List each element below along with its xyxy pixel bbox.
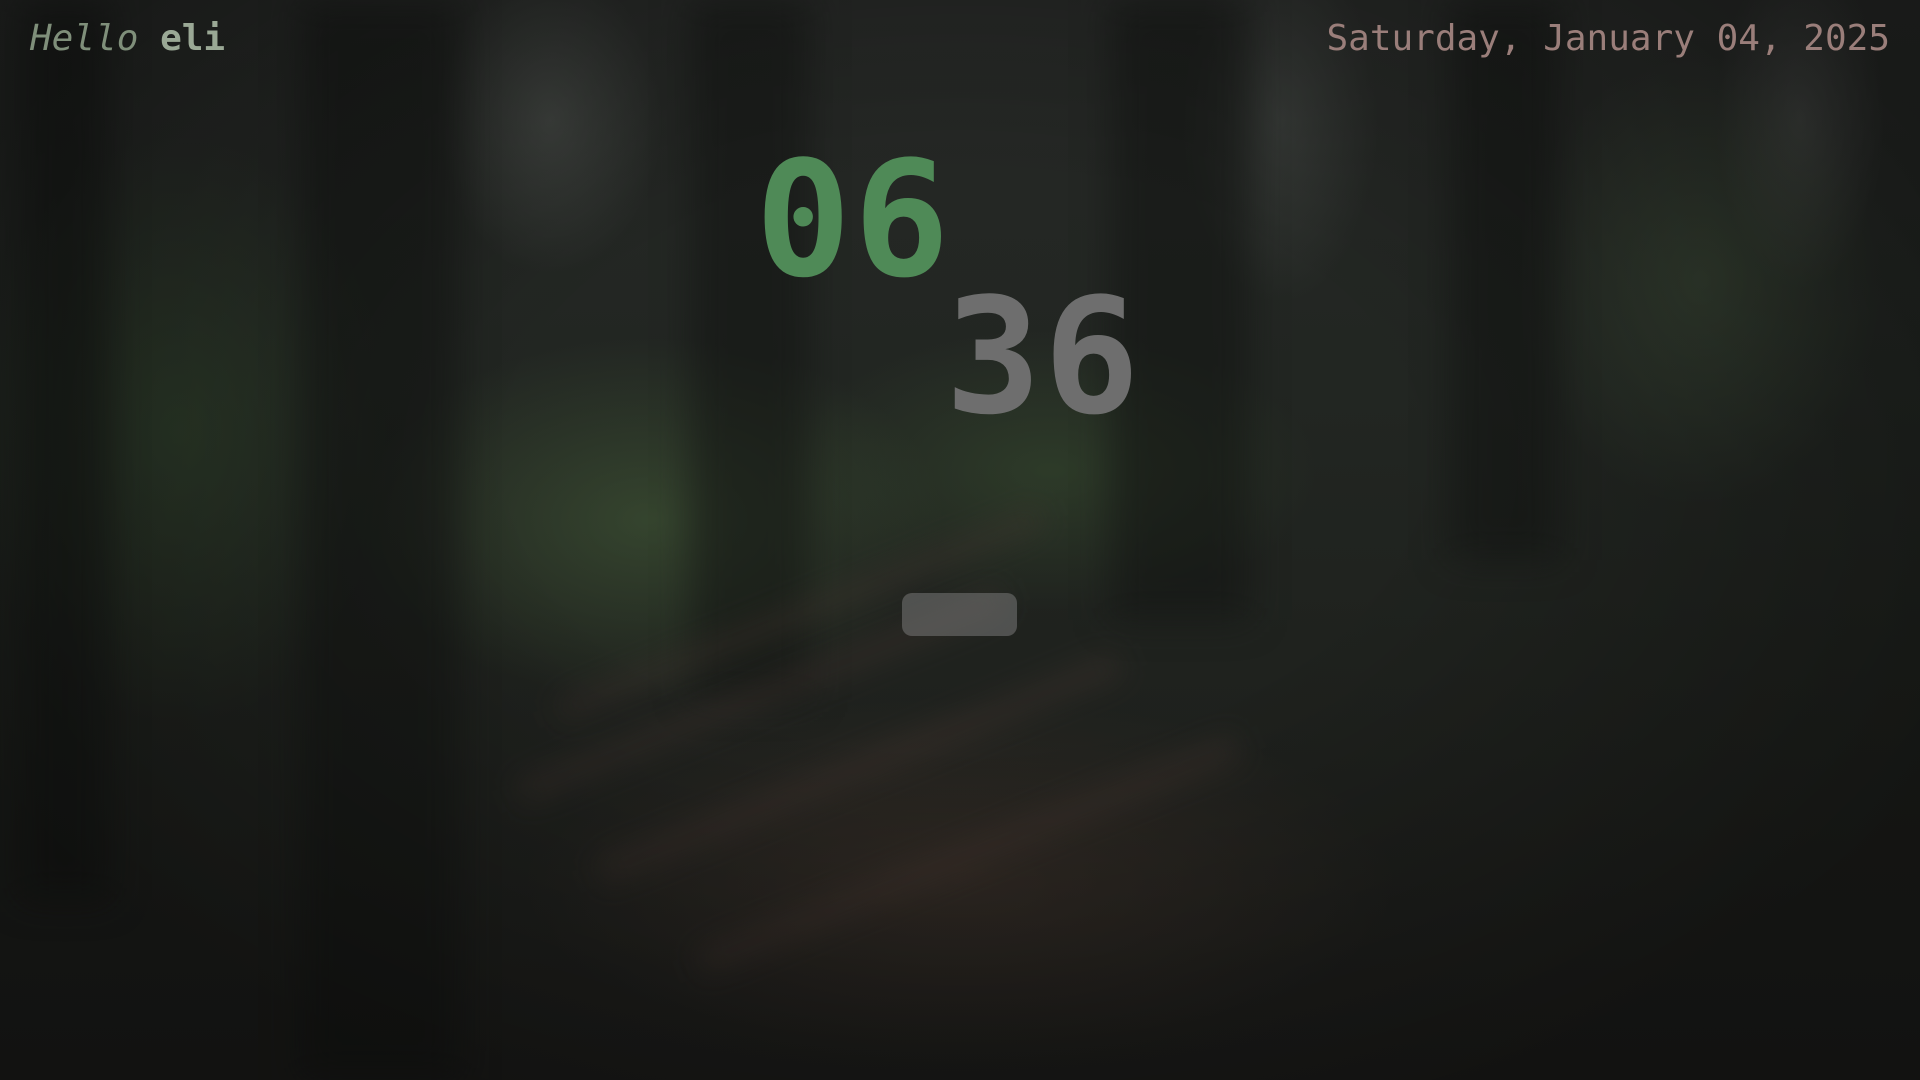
greeting-username: eli xyxy=(160,18,226,59)
search-input[interactable] xyxy=(902,593,1017,636)
clock-hours: 06 xyxy=(755,126,952,313)
start-page: Hello eli Saturday, January 04, 2025 06 … xyxy=(0,0,1920,1080)
clock-minutes: 36 xyxy=(945,263,1142,450)
greeting-hello: Hello xyxy=(30,18,139,59)
greeting: Hello eli xyxy=(30,18,225,59)
date-display: Saturday, January 04, 2025 xyxy=(1326,18,1890,59)
forest-background xyxy=(0,0,1920,1080)
